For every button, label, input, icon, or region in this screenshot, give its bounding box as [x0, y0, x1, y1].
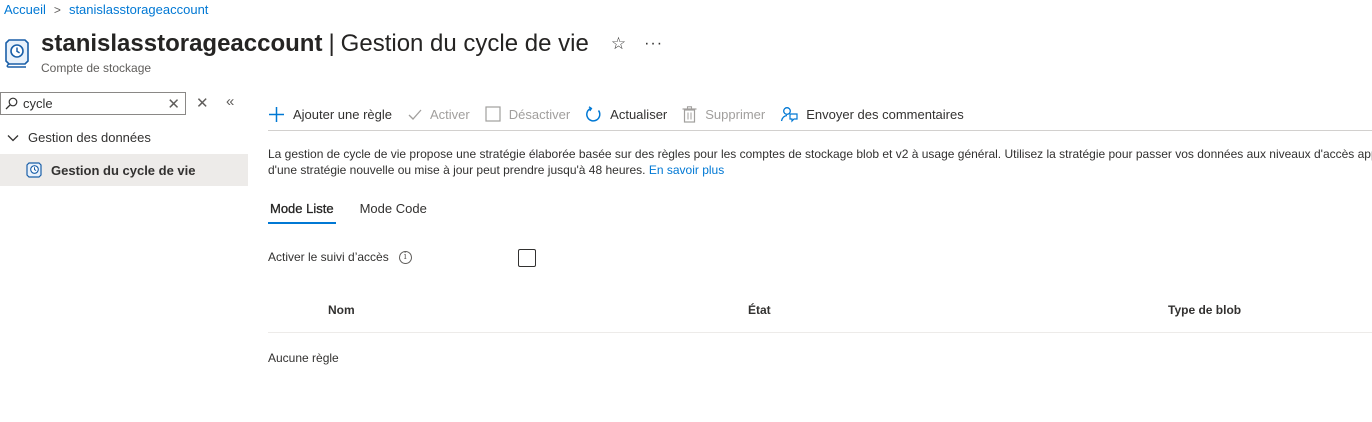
search-clear-icon[interactable]: ✕ [167, 95, 180, 113]
breadcrumb-current-link[interactable]: stanislasstorageaccount [69, 2, 208, 17]
sidebar-collapse-icon[interactable]: « [226, 93, 234, 110]
checkmark-icon [408, 109, 422, 120]
info-icon[interactable]: i [398, 250, 412, 264]
description-line-1: La gestion de cycle de vie propose une s… [268, 147, 1372, 161]
learn-more-link[interactable]: En savoir plus [649, 163, 724, 177]
trash-icon [682, 105, 697, 123]
disable-button[interactable]: Désactiver [485, 106, 570, 122]
plus-icon [269, 106, 284, 122]
command-bar: Ajouter une règle Activer Désactiver Act… [268, 98, 1372, 131]
sidebar-item-lifecycle-management[interactable]: Gestion du cycle de vie [0, 154, 248, 186]
add-rule-label: Ajouter une règle [293, 106, 393, 122]
description-line-2-wrap: d'une stratégie nouvelle ou mise à jour … [268, 162, 1372, 178]
sidebar-search-input[interactable] [23, 96, 163, 111]
lifecycle-management-icon [26, 162, 42, 178]
access-tracking-checkbox[interactable] [518, 249, 536, 267]
description-text: La gestion de cycle de vie propose une s… [268, 146, 1372, 178]
tab-label: Mode Code [359, 201, 427, 216]
delete-button[interactable]: Supprimer [682, 105, 766, 123]
description-line-2: d'une stratégie nouvelle ou mise à jour … [268, 163, 646, 177]
refresh-label: Actualiser [610, 106, 668, 122]
enable-button[interactable]: Activer [407, 107, 470, 122]
access-tracking-label: Activer le suivi d’accès [268, 250, 389, 264]
refresh-icon [586, 105, 601, 122]
column-header-name[interactable]: Nom [328, 303, 355, 317]
access-tracking-row: Activer le suivi d’accès i [268, 250, 412, 264]
sidebar-item-label: Gestion du cycle de vie [51, 162, 196, 178]
more-options-icon[interactable]: ··· [644, 35, 663, 53]
add-rule-button[interactable]: Ajouter une règle [268, 106, 392, 123]
breadcrumb-home-link[interactable]: Accueil [4, 2, 46, 17]
send-feedback-button[interactable]: Envoyer des commentaires [780, 105, 964, 123]
resource-name: stanislasstorageaccount [41, 30, 323, 57]
favorite-star-icon[interactable]: ☆ [611, 34, 626, 54]
chevron-down-icon [7, 134, 19, 141]
title-separator: | [328, 30, 335, 57]
empty-state-text: Aucune règle [268, 351, 339, 365]
square-icon [485, 106, 501, 122]
nav-group-data-management[interactable]: Gestion des données [6, 130, 151, 145]
tab-label: Mode Liste [270, 201, 334, 216]
tab-code-mode[interactable]: Mode Code [358, 201, 429, 224]
enable-label: Activer [430, 106, 470, 122]
nav-group-label: Gestion des données [28, 130, 151, 145]
storage-lifecycle-icon [4, 36, 32, 68]
column-header-blob-type[interactable]: Type de blob [1168, 303, 1241, 317]
breadcrumb-separator: > [53, 2, 61, 17]
refresh-button[interactable]: Actualiser [585, 105, 668, 123]
page-title: stanislasstorageaccount | Gestion du cyc… [41, 30, 663, 58]
breadcrumb: Accueil > stanislasstorageaccount [4, 2, 208, 17]
sidebar-close-icon[interactable]: ✕ [196, 94, 209, 112]
send-feedback-label: Envoyer des commentaires [806, 106, 964, 122]
blade-title: Gestion du cycle de vie [340, 30, 589, 57]
disable-label: Désactiver [508, 106, 571, 122]
resource-type-subtitle: Compte de stockage [41, 61, 152, 75]
column-header-status[interactable]: État [748, 303, 771, 317]
rules-table-header: Nom État Type de blob [268, 296, 1372, 333]
search-icon [5, 97, 18, 110]
feedback-icon [781, 107, 798, 123]
tab-list-mode[interactable]: Mode Liste [268, 201, 336, 224]
mode-tabs: Mode Liste Mode Code [268, 201, 451, 224]
sidebar-search: ✕ [0, 92, 186, 115]
delete-label: Supprimer [705, 106, 766, 122]
